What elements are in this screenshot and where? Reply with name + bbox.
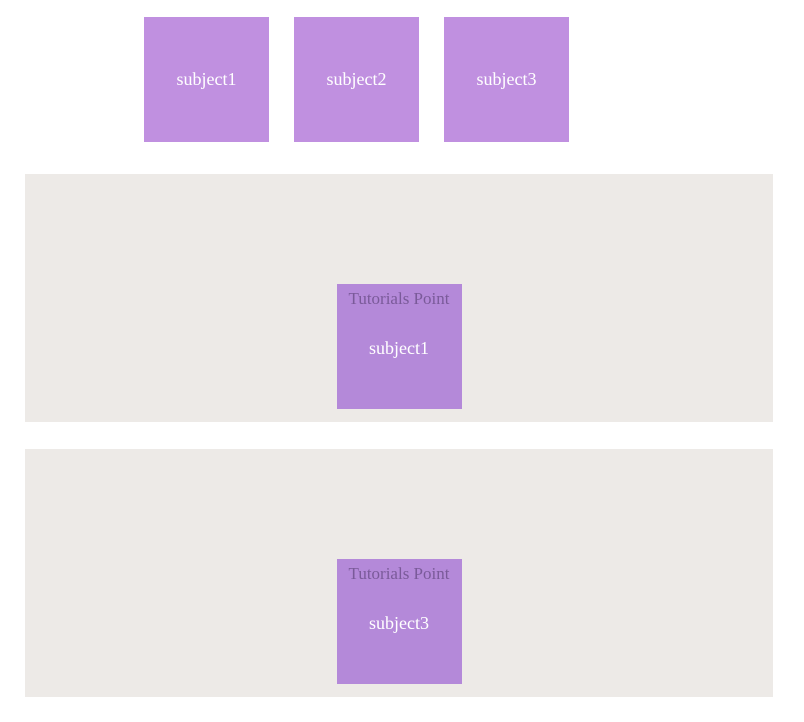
subject-card-1: subject1: [144, 17, 269, 142]
subject-card-3: subject3: [444, 17, 569, 142]
subject-card-label: subject3: [477, 69, 537, 90]
subject-card-2: subject2: [294, 17, 419, 142]
panel-1: Tutorials Point subject1: [25, 174, 773, 422]
featured-card-label: subject3: [369, 584, 429, 684]
featured-card-label: subject1: [369, 309, 429, 409]
subject-card-row: subject1 subject2 subject3: [144, 17, 779, 142]
featured-card-1: Tutorials Point subject1: [337, 284, 462, 409]
subject-card-label: subject2: [327, 69, 387, 90]
subject-card-label: subject1: [177, 69, 237, 90]
panel-2: Tutorials Point subject3: [25, 449, 773, 697]
featured-card-2: Tutorials Point subject3: [337, 559, 462, 684]
featured-card-title: Tutorials Point: [337, 559, 462, 584]
featured-card-title: Tutorials Point: [337, 284, 462, 309]
